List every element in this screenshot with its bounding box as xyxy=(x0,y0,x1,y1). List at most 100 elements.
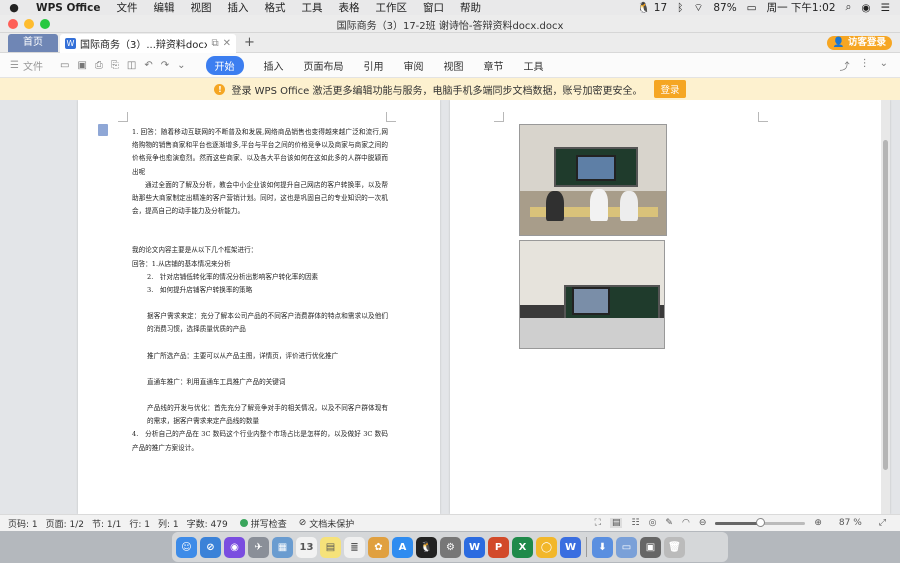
battery-icon[interactable]: ▭ xyxy=(747,2,757,14)
menu-help[interactable]: 帮助 xyxy=(452,0,489,15)
qq-icon[interactable]: 🐧 xyxy=(416,536,437,558)
eye-protect-icon[interactable]: ◠ xyxy=(682,518,690,528)
page-1[interactable]: 1. 回答：随着移动互联网的不断普及和发展,网络商品销售也变得越来越广泛和流行,… xyxy=(78,100,440,514)
control-center-icon[interactable]: ☰ xyxy=(881,2,890,14)
chevron-down-icon[interactable]: ⌄ xyxy=(177,60,185,71)
apple-icon[interactable]: ● xyxy=(0,1,28,14)
settings-icon[interactable]: ⚙ xyxy=(440,536,461,558)
blank-line[interactable] xyxy=(132,363,388,376)
row-indicator[interactable]: 行: 1 xyxy=(129,517,150,530)
notice-login-button[interactable]: 登录 xyxy=(654,80,686,98)
undo-icon[interactable]: ↶ xyxy=(144,60,152,71)
menu-window[interactable]: 窗口 xyxy=(415,0,452,15)
zoom-slider[interactable] xyxy=(715,517,806,527)
appstore-icon[interactable]: A xyxy=(392,536,413,558)
trash-icon[interactable]: 🗑 xyxy=(664,536,685,558)
tab-page-layout[interactable]: 页面布局 xyxy=(304,58,344,73)
doc-navigation-icon[interactable] xyxy=(98,124,108,136)
siri-menu-icon[interactable]: ◉ xyxy=(861,2,870,14)
screen-icon[interactable]: ▣ xyxy=(640,536,661,558)
tab-close-icon[interactable]: ✕ xyxy=(223,38,231,49)
wifi-icon[interactable]: ⌔ xyxy=(693,1,703,15)
classroom-photo-1[interactable] xyxy=(519,124,667,236)
notes-icon[interactable]: ▤ xyxy=(320,536,341,558)
column-indicator[interactable]: 列: 1 xyxy=(158,517,179,530)
downloads-icon[interactable]: ⬇ xyxy=(592,536,613,558)
new-tab-button[interactable]: + xyxy=(244,35,255,50)
document-paragraph[interactable]: 2. 针对店铺低转化率的情况分析出影响客户转化率的因素 xyxy=(132,271,388,284)
menu-table[interactable]: 表格 xyxy=(330,0,367,15)
spell-check-button[interactable]: 拼写检查 xyxy=(239,517,287,530)
document-paragraph[interactable]: 直通车推广：利用直通车工具推广产品的关键词 xyxy=(132,376,388,389)
scrollbar-thumb[interactable] xyxy=(883,140,888,470)
page-2[interactable] xyxy=(450,100,890,514)
menu-file[interactable]: 文件 xyxy=(108,0,145,15)
tab-document[interactable]: W 国际商务（3）...辩资料docx ⧉ ✕ xyxy=(60,34,236,53)
more-icon[interactable]: ⋮ xyxy=(860,58,870,73)
wps-icon[interactable]: W xyxy=(560,536,581,558)
qq-status[interactable]: 🐧 17 xyxy=(637,1,667,14)
vertical-scrollbar[interactable] xyxy=(881,100,890,514)
document-paragraph[interactable]: 产品线的开发与优化：首先充分了解竞争对手的相关情况，以及不同客户群体现有的需求，… xyxy=(132,402,388,428)
word-count[interactable]: 字数: 479 xyxy=(187,517,228,530)
menu-edit[interactable]: 编辑 xyxy=(145,0,182,15)
tab-review[interactable]: 审阅 xyxy=(404,58,424,73)
bluetooth-icon[interactable]: ᛒ xyxy=(677,2,683,14)
tab-start[interactable]: 开始 xyxy=(205,55,244,75)
collapse-ribbon-icon[interactable]: ⌄ xyxy=(880,58,888,73)
outline-view-icon[interactable]: ☷ xyxy=(631,518,639,528)
launchpad-icon[interactable]: ✈ xyxy=(248,536,269,558)
reminders-icon[interactable]: ≣ xyxy=(344,536,365,558)
print-icon[interactable]: ⎘ xyxy=(111,60,119,71)
excel-icon[interactable]: X xyxy=(512,536,533,558)
document-paragraph[interactable]: 1. 回答：随着移动互联网的不断普及和发展,网络商品销售也变得越来越广泛和流行,… xyxy=(132,126,388,179)
wps-pdf-icon[interactable]: ◯ xyxy=(536,536,557,558)
focus-mode-icon[interactable]: ⛶ xyxy=(595,518,601,528)
document-paragraph[interactable]: 3. 如何提升店铺客户转换率的策略 xyxy=(132,284,388,297)
menu-format[interactable]: 格式 xyxy=(256,0,293,15)
redo-icon[interactable]: ↷ xyxy=(161,60,169,71)
export-icon[interactable]: ⎙ xyxy=(95,60,103,71)
document-body[interactable]: 1. 回答：随着移动互联网的不断普及和发展,网络商品销售也变得越来越广泛和流行,… xyxy=(132,126,388,455)
document-paragraph[interactable]: 据客户需求来定：充分了解本公司产品的不同客户消费群体的特点和需求以及他们的消费习… xyxy=(132,310,388,336)
document-paragraph[interactable]: 推广所选产品：主要可以从产品主图，详情页，评价进行优化推广 xyxy=(132,350,388,363)
classroom-photo-2[interactable] xyxy=(519,240,665,349)
finder-icon[interactable]: ☺ xyxy=(176,536,197,558)
page-view-icon[interactable]: ▤ xyxy=(609,518,623,528)
tab-popout-icon[interactable]: ⧉ xyxy=(211,38,218,49)
web-view-icon[interactable]: ◎ xyxy=(649,518,657,528)
document-paragraph[interactable]: 4. 分析自己的产品在 3C 数码这个行业内整个市场占比是怎样的，以及做好 3C… xyxy=(132,428,388,454)
file-menu-button[interactable]: ☰ 文件 xyxy=(0,58,56,73)
zoom-out-button[interactable]: ⊖ xyxy=(699,518,707,528)
fullscreen-icon[interactable]: ⤢ xyxy=(879,518,886,528)
clock[interactable]: 周一 下午1:02 xyxy=(767,0,836,15)
tab-view[interactable]: 视图 xyxy=(444,58,464,73)
section-indicator[interactable]: 节: 1/1 xyxy=(92,517,121,530)
tab-section[interactable]: 章节 xyxy=(484,58,504,73)
tab-tools[interactable]: 工具 xyxy=(524,58,544,73)
blank-line[interactable] xyxy=(132,218,388,244)
menu-workspace[interactable]: 工作区 xyxy=(367,0,415,15)
tab-insert[interactable]: 插入 xyxy=(264,58,284,73)
blank-line[interactable] xyxy=(132,337,388,350)
writing-mode-icon[interactable]: ✎ xyxy=(665,518,673,528)
menu-app-name[interactable]: WPS Office xyxy=(28,2,108,14)
menu-view[interactable]: 视图 xyxy=(182,0,219,15)
word-icon[interactable]: W xyxy=(464,536,485,558)
document-workspace[interactable]: 1. 回答：随着移动互联网的不断普及和发展,网络商品销售也变得越来越广泛和流行,… xyxy=(0,100,900,514)
document-paragraph[interactable]: 我的论文内容主要是从以下几个框架进行： xyxy=(132,244,388,257)
blank-line[interactable] xyxy=(132,297,388,310)
photos-icon[interactable]: ✿ xyxy=(368,536,389,558)
folder-icon[interactable]: ▭ xyxy=(616,536,637,558)
tab-home[interactable]: 首页 xyxy=(8,34,58,52)
preview-icon[interactable]: ◫ xyxy=(127,60,136,71)
preview-icon[interactable]: ▦ xyxy=(272,536,293,558)
menu-insert[interactable]: 插入 xyxy=(219,0,256,15)
document-paragraph[interactable]: 通过全面的了解及分析，教会中小企业该如何提升自己网店的客户转换率，以及帮助那些大… xyxy=(132,179,388,219)
open-icon[interactable]: ▭ xyxy=(60,60,69,71)
zoom-level[interactable]: 87 % xyxy=(839,518,862,528)
tab-references[interactable]: 引用 xyxy=(364,58,384,73)
visitor-login-button[interactable]: 👤 访客登录 xyxy=(826,36,892,50)
zoom-in-button[interactable]: ⊕ xyxy=(814,518,822,528)
powerpoint-icon[interactable]: P xyxy=(488,536,509,558)
